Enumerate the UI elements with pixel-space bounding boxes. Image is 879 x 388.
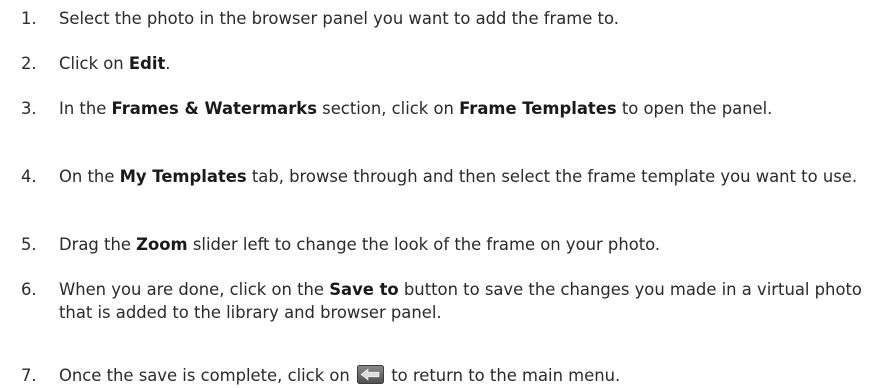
ui-term-zoom: Zoom — [136, 235, 188, 254]
step-number: 3. — [21, 99, 37, 118]
step-text: Once the save is complete, click on to r… — [59, 365, 621, 385]
step-number: 4. — [21, 167, 37, 186]
back-arrow-icon — [357, 365, 385, 384]
step-text: In the Frames & Watermarks section, clic… — [59, 99, 773, 118]
ui-term-frames-watermarks: Frames & Watermarks — [111, 99, 317, 118]
step-number: 6. — [21, 280, 37, 299]
step-text: Click on Edit. — [59, 54, 171, 73]
step-text: Drag the Zoom slider left to change the … — [59, 235, 661, 254]
step-text: When you are done, click on the Save to … — [59, 280, 862, 322]
step-number: 2. — [21, 54, 37, 73]
step-text: On the My Templates tab, browse through … — [59, 167, 858, 186]
step-number: 1. — [21, 9, 37, 28]
step-text: Select the photo in the browser panel yo… — [59, 9, 619, 28]
ui-term-edit: Edit — [128, 54, 166, 73]
step-number: 5. — [21, 235, 37, 254]
step-number: 7. — [21, 366, 37, 385]
ui-term-frame-templates: Frame Templates — [459, 99, 617, 118]
ui-term-my-templates: My Templates — [119, 167, 247, 186]
ui-term-save-to: Save to — [329, 280, 399, 299]
